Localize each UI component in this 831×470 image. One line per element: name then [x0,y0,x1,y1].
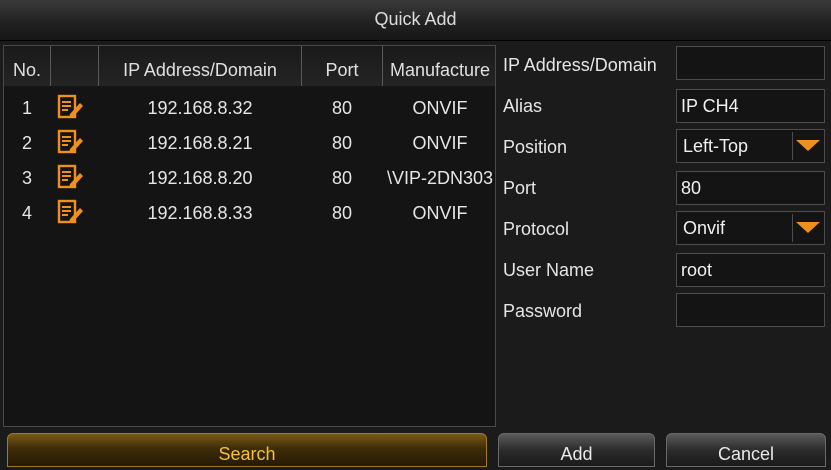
edit-icon[interactable] [56,93,84,121]
column-header-ip[interactable]: IP Address/Domain [99,46,302,86]
row-port: 80 [331,203,353,223]
protocol-select[interactable]: Onvif [676,211,825,245]
device-table: No. IP Address/Domain Port Manufacture 1… [3,45,496,427]
table-row[interactable]: 4 192.168.8.33 80 ONVIF [4,196,495,230]
add-button[interactable]: Add [498,433,655,467]
edit-icon[interactable] [56,163,84,191]
table-row[interactable]: 1 192.168.8.32 80 ONVIF [4,91,495,125]
row-ip-address: 192.168.8.21 [147,133,253,153]
alias-input[interactable]: IP CH4 [676,89,825,123]
row-manufacturer: ONVIF [412,98,468,118]
cancel-button[interactable]: Cancel [666,433,826,467]
table-row[interactable]: 3 192.168.8.20 80 \VIP-2DN303 [4,161,495,195]
position-select[interactable]: Left-Top [676,129,825,163]
position-label: Position [503,137,568,157]
row-number: 3 [21,168,32,188]
column-header-port[interactable]: Port [302,46,383,86]
password-input[interactable] [676,293,825,327]
row-port: 80 [331,133,353,153]
user-name-input[interactable]: root [676,253,825,287]
position-select-value: Left-Top [683,136,749,156]
row-ip-address: 192.168.8.32 [147,98,253,118]
column-header-no[interactable]: No. [4,46,51,86]
dropdown-arrow-icon [796,222,820,233]
edit-icon[interactable] [56,198,84,226]
dropdown-arrow-icon [796,140,820,151]
edit-icon[interactable] [56,128,84,156]
row-port: 80 [331,98,353,118]
ip-address-label: IP Address/Domain [503,55,657,75]
position-dropdown-button[interactable] [792,132,822,160]
user-name-label: User Name [503,260,595,280]
ip-address-input[interactable] [676,46,825,80]
row-number: 2 [21,133,32,153]
row-number: 1 [21,98,32,118]
password-label: Password [503,301,583,321]
row-ip-address: 192.168.8.20 [147,168,253,188]
column-header-manufacturer[interactable]: Manufacture [383,46,495,86]
search-button[interactable]: Search [7,433,487,467]
row-port: 80 [331,168,353,188]
row-manufacturer: ONVIF [412,133,468,153]
table-header: No. IP Address/Domain Port Manufacture [4,46,495,88]
protocol-select-value: Onvif [683,218,726,238]
protocol-label: Protocol [503,219,570,239]
port-input[interactable]: 80 [676,171,825,205]
column-header-edit[interactable] [51,46,99,86]
protocol-dropdown-button[interactable] [792,214,822,242]
port-label: Port [503,178,537,198]
title-bar: Quick Add [0,0,831,41]
dialog-title: Quick Add [374,9,457,29]
row-manufacturer: \VIP-2DN303 [386,168,494,188]
row-manufacturer: ONVIF [412,203,468,223]
alias-label: Alias [503,96,543,116]
row-number: 4 [21,203,32,223]
table-row[interactable]: 2 192.168.8.21 80 ONVIF [4,126,495,160]
row-ip-address: 192.168.8.33 [147,203,253,223]
